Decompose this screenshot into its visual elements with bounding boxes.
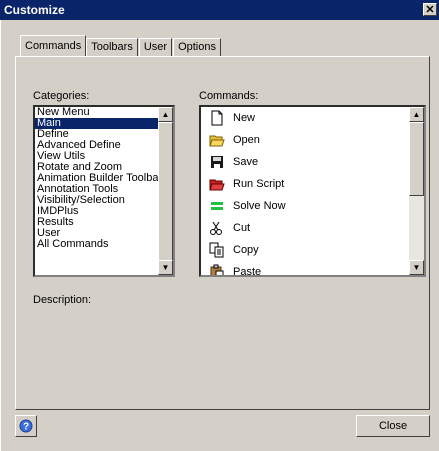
customize-dialog: Commands Toolbars User Options Categorie… xyxy=(0,20,439,451)
run-script-icon xyxy=(209,179,225,191)
window-close-button[interactable]: ✕ xyxy=(423,3,437,16)
command-item[interactable]: Copy xyxy=(201,239,411,261)
command-label: Solve Now xyxy=(233,200,286,212)
tab-toolbars[interactable]: Toolbars xyxy=(86,38,138,56)
categories-scroll-thumb[interactable] xyxy=(158,122,173,262)
command-label: New xyxy=(233,112,256,124)
categories-scrollbar[interactable]: ▲ ▼ xyxy=(158,107,173,275)
command-label: Paste xyxy=(233,266,262,277)
command-item[interactable]: Cut xyxy=(201,217,411,239)
scroll-down-arrow-icon[interactable]: ▼ xyxy=(158,260,173,275)
svg-text:?: ? xyxy=(23,422,29,433)
paste-icon xyxy=(210,264,224,275)
command-label: Open xyxy=(233,134,260,146)
save-disk-icon xyxy=(211,156,223,168)
tab-user[interactable]: User xyxy=(138,38,173,56)
categories-label: Categories: xyxy=(33,90,90,102)
commands-scrollbar[interactable]: ▲ ▼ xyxy=(409,107,424,275)
command-item[interactable]: Paste xyxy=(201,261,411,277)
scroll-up-arrow-icon[interactable]: ▲ xyxy=(158,107,173,122)
title-bar: Customize ✕ xyxy=(0,0,439,20)
categories-listbox[interactable]: New Menu Main Define Advanced Define View Ut… xyxy=(33,105,175,277)
command-item[interactable]: Open xyxy=(201,129,411,151)
solve-now-icon xyxy=(211,202,223,210)
commands-listbox[interactable]: New Open Save Run Script Solve Now Cut Copy Pas… xyxy=(199,105,426,277)
close-button[interactable]: Close xyxy=(356,415,430,437)
scroll-down-arrow-icon[interactable]: ▼ xyxy=(409,260,424,275)
command-label: Save xyxy=(233,156,259,168)
commands-label: Commands: xyxy=(199,90,259,102)
command-item[interactable]: Solve Now xyxy=(201,195,411,217)
command-item[interactable]: New xyxy=(201,107,411,129)
category-item[interactable]: All Commands xyxy=(35,239,160,250)
command-label: Copy xyxy=(233,244,259,256)
tab-strip: Commands Toolbars User Options xyxy=(20,35,222,56)
command-item[interactable]: Save xyxy=(201,151,411,173)
command-item[interactable]: Run Script xyxy=(201,173,411,195)
scissors-icon xyxy=(210,221,222,235)
tab-commands[interactable]: Commands xyxy=(20,35,87,56)
scroll-up-arrow-icon[interactable]: ▲ xyxy=(409,107,424,122)
open-folder-icon xyxy=(209,135,225,147)
help-button[interactable]: ? xyxy=(15,415,37,437)
description-label: Description: xyxy=(33,294,92,306)
copy-icon xyxy=(209,242,224,258)
window-title: Customize xyxy=(4,3,65,17)
commands-scroll-thumb[interactable] xyxy=(409,122,424,196)
new-document-icon xyxy=(211,110,223,126)
help-icon: ? xyxy=(19,419,33,433)
command-label: Run Script xyxy=(233,178,285,190)
commands-tab-panel: Categories: New Menu Main Define Advanced D… xyxy=(15,56,430,410)
tab-options[interactable]: Options xyxy=(173,38,221,56)
command-label: Cut xyxy=(233,222,251,234)
